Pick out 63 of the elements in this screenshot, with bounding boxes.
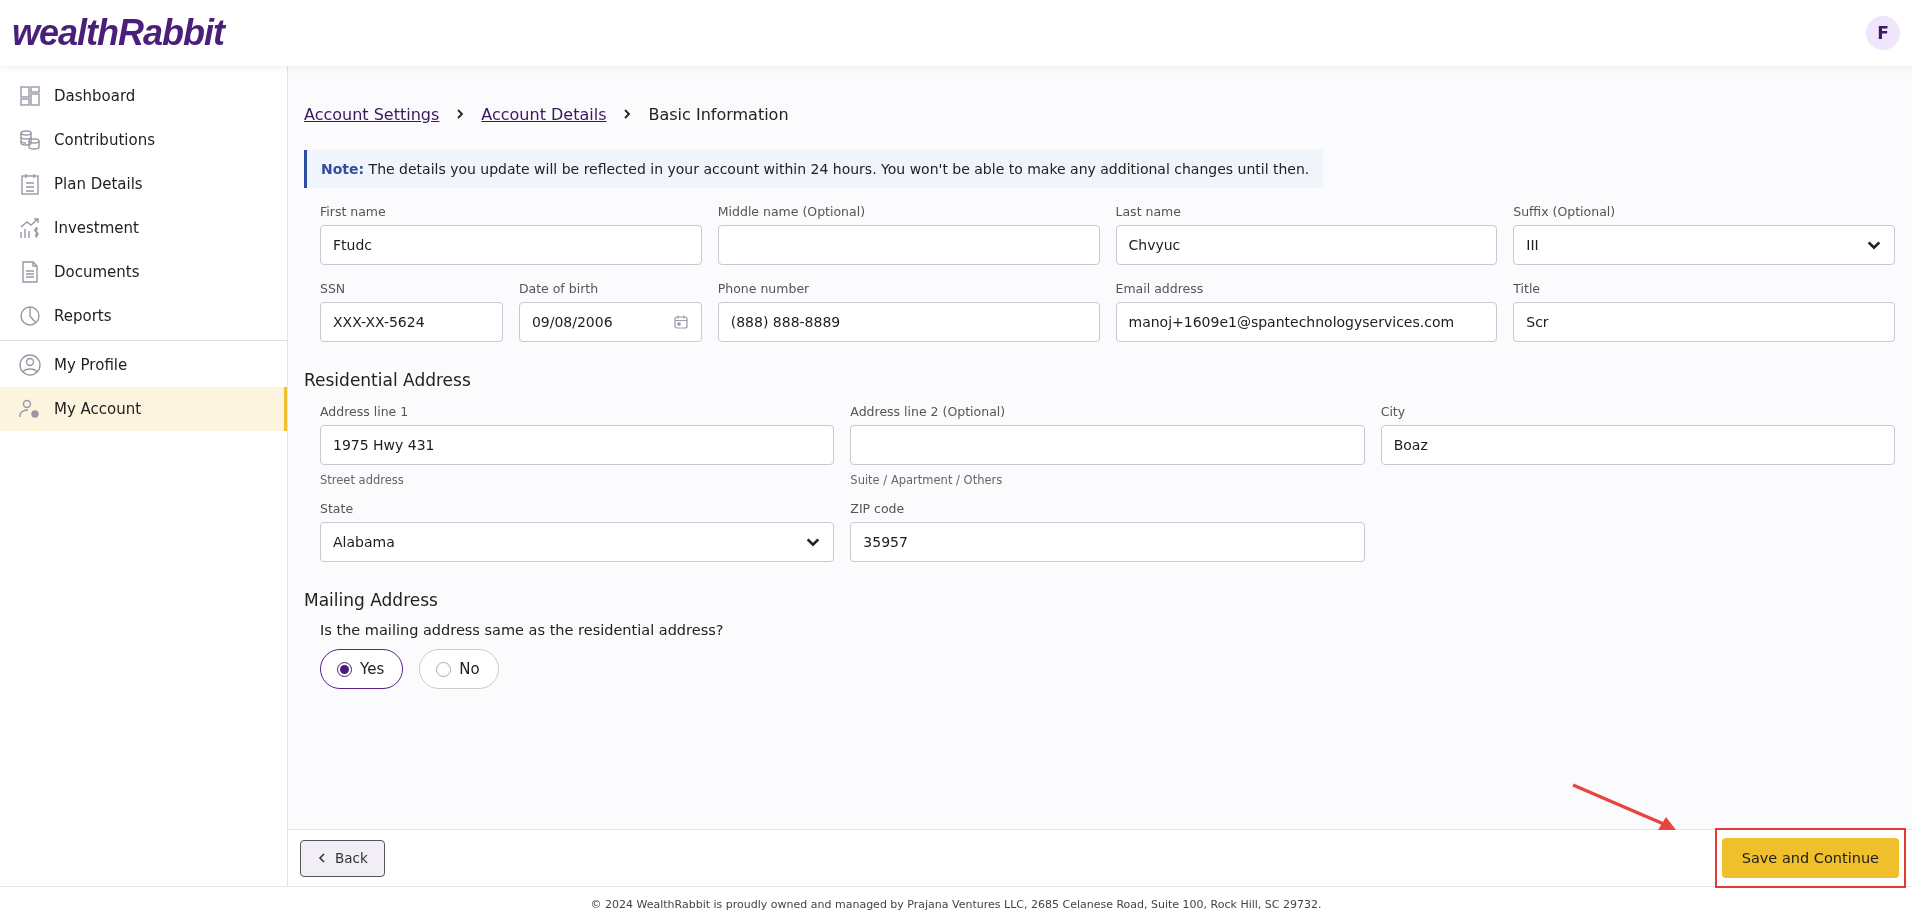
user-icon <box>18 353 42 377</box>
nav-item[interactable]: Dashboard <box>0 74 287 118</box>
input-field[interactable]: Boaz <box>1380 425 1895 465</box>
save-continue-button[interactable]: Save and Continue <box>1721 838 1899 878</box>
breadcrumb-link[interactable]: Account Settings <box>304 104 440 124</box>
breadcrumb-link[interactable]: Account Details <box>481 104 607 124</box>
input-field[interactable]: 1975 Hwy 431 <box>320 425 835 465</box>
usergear-icon <box>18 397 42 421</box>
input-field[interactable] <box>717 225 1100 265</box>
field-label: Email address <box>1115 281 1205 296</box>
input-field[interactable]: Chvyuc <box>1115 225 1498 265</box>
nav-item[interactable]: Investment <box>0 206 287 250</box>
radio-option[interactable]: Yes <box>320 649 404 689</box>
input-field[interactable]: Ftudc <box>320 225 702 265</box>
nav-item[interactable]: My Account <box>0 387 287 431</box>
nav-item[interactable]: Plan Details <box>0 162 287 206</box>
dropdown-field[interactable]: III <box>1513 225 1895 265</box>
chevron-right-icon <box>622 109 633 119</box>
nav-item[interactable]: My Profile <box>0 343 287 387</box>
field-label: Last name <box>1115 204 1182 219</box>
field-hint: Suite / Apartment / Others <box>850 473 1004 487</box>
field-label: City <box>1380 404 1407 419</box>
question-text: Is the mailing address same as the residential address? <box>320 622 725 638</box>
nav-item[interactable]: Documents <box>0 250 287 294</box>
field-label: Address line 2 (Optional) <box>850 404 1007 419</box>
field-hint: Street address <box>320 473 405 487</box>
input-field[interactable]: 35957 <box>850 522 1365 562</box>
back-button[interactable]: Back <box>300 839 385 877</box>
pie-icon <box>18 304 42 328</box>
chart-icon <box>18 216 42 240</box>
footer-text: © 2024 WealthRabbit is proudly owned and managed by Prajana Ventures LLC, 2685 Celanese Road, Suite 100, Rock Hill, SC 29732. <box>0 886 1912 922</box>
input-field[interactable]: XXX-XX-5624 <box>320 302 503 342</box>
field-label: SSN <box>320 281 347 296</box>
clipboard-icon <box>18 172 42 196</box>
input-field[interactable]: (888) 888-8889 <box>717 302 1100 342</box>
field-label: Middle name (Optional) <box>717 204 867 219</box>
field-label: Date of birth <box>518 281 600 296</box>
field-label: Title <box>1513 281 1542 296</box>
field-label: State <box>320 501 355 516</box>
brand-logo[interactable]: wealthRabbit <box>12 12 224 54</box>
breadcrumb-current: Basic Information <box>648 104 789 124</box>
info-note: Note: The details you update will be reflected in your account within 24 hours. You won't be able to make any additional changes until then. <box>304 150 1324 188</box>
radio-option[interactable]: No <box>419 649 499 689</box>
date-field[interactable]: 09/08/2006 <box>518 302 702 342</box>
coins-icon <box>18 128 42 152</box>
user-avatar[interactable]: F <box>1866 16 1900 50</box>
dropdown-field[interactable]: Alabama <box>320 522 835 562</box>
section-heading: Residential Address <box>304 370 472 390</box>
field-label: Address line 1 <box>320 404 410 419</box>
chevron-right-icon <box>455 109 466 119</box>
section-heading: Mailing Address <box>304 590 439 610</box>
chevron-left-icon <box>317 853 327 863</box>
nav-item[interactable]: Contributions <box>0 118 287 162</box>
calendar-icon <box>672 314 689 330</box>
field-label: ZIP code <box>850 501 906 516</box>
input-field[interactable]: manoj+1609e1@spantechnologyservices.com <box>1115 302 1498 342</box>
grid-icon <box>18 84 42 108</box>
field-label: First name <box>320 204 387 219</box>
field-label: Phone number <box>717 281 811 296</box>
input-field[interactable] <box>850 425 1365 465</box>
nav-item[interactable]: Reports <box>0 294 287 338</box>
field-label: Suffix (Optional) <box>1513 204 1617 219</box>
input-field[interactable]: Scr <box>1513 302 1895 342</box>
